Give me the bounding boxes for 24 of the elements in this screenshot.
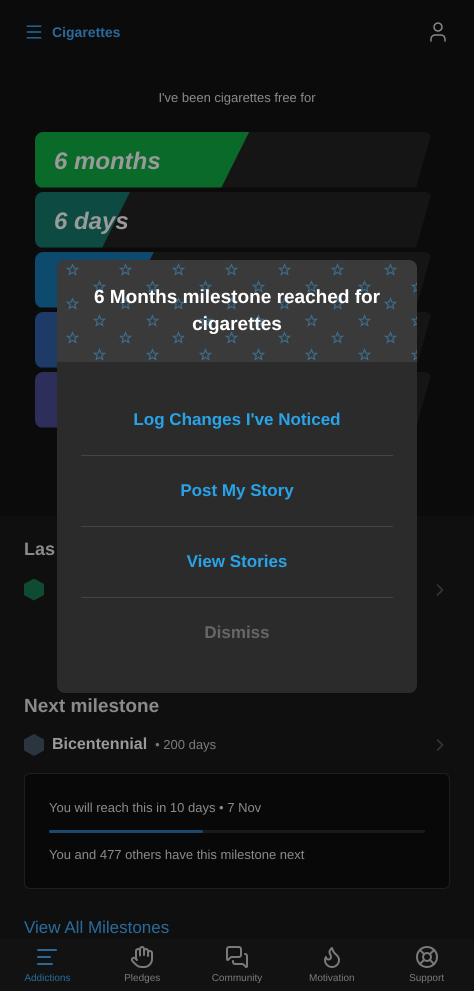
nav-icon — [414, 944, 439, 968]
others-text: You and 477 others have this milestone next — [49, 846, 304, 864]
dialog-title: 6 Months milestone reached for cigarettes — [92, 286, 382, 337]
section-title: Next milestone — [24, 694, 160, 718]
milestone-name: Bicentennial — [52, 735, 148, 755]
nav-tab[interactable]: Support — [379, 939, 474, 991]
dialog-action[interactable]: View Stories — [81, 527, 393, 597]
nav-tab[interactable]: Addictions — [0, 939, 95, 991]
subtitle: I've been cigarettes free for — [158, 89, 316, 107]
dialog-action[interactable]: Dismiss — [81, 598, 393, 668]
reach-text: You will reach this in 10 days • 7 Nov — [49, 799, 262, 817]
nav-icon — [130, 944, 154, 968]
milestone-duration: • 200 days — [155, 736, 216, 754]
nav-tab[interactable]: Motivation — [284, 939, 380, 991]
section-title: Las — [24, 538, 56, 560]
counter-label: 6 months — [54, 146, 161, 176]
dialog-action[interactable]: Log Changes I've Noticed — [81, 385, 393, 455]
nav-tab[interactable]: Community — [190, 939, 284, 991]
header-title[interactable]: Cigarettes — [52, 22, 120, 42]
nav-icon — [224, 944, 249, 968]
dialog-action[interactable]: Post My Story — [81, 456, 393, 526]
view-all-link[interactable]: View All Milestones — [24, 915, 170, 940]
counter-label: 6 days — [54, 206, 129, 236]
nav-tab[interactable]: Pledges — [94, 939, 190, 991]
